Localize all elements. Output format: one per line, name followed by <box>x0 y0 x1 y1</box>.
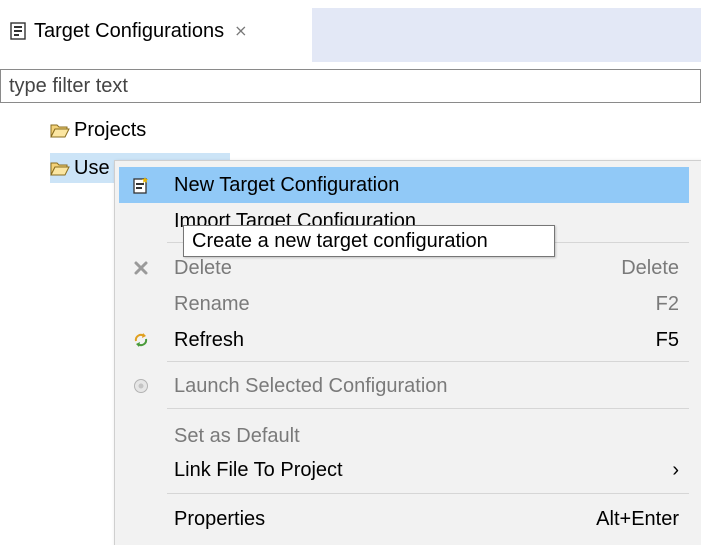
view-tab-bar: Target Configurations ⨯ <box>0 0 701 62</box>
menu-separator <box>167 408 689 409</box>
refresh-icon <box>131 330 151 350</box>
close-icon[interactable]: ⨯ <box>234 21 247 41</box>
filter-placeholder: type filter text <box>9 74 128 97</box>
menu-item-launch-selected-configuration[interactable]: Launch Selected Configuration <box>119 368 689 404</box>
menu-item-set-as-default[interactable]: Set as Default <box>119 418 689 454</box>
menu-item-rename[interactable]: Rename F2 <box>119 286 689 322</box>
folder-open-icon <box>50 160 70 176</box>
launch-icon <box>131 376 151 396</box>
delete-icon <box>131 258 151 278</box>
folder-open-icon <box>50 122 70 138</box>
menu-item-link-file-to-project[interactable]: Link File To Project › <box>119 452 689 488</box>
target-config-icon <box>10 22 26 40</box>
menu-separator <box>167 361 689 362</box>
menu-separator <box>167 493 689 494</box>
tab-target-configurations[interactable]: Target Configurations ⨯ <box>0 0 312 62</box>
tooltip: Create a new target configuration <box>183 225 555 257</box>
menu-item-refresh[interactable]: Refresh F5 <box>119 322 689 358</box>
tab-title: Target Configurations <box>34 19 225 42</box>
tooltip-text: Create a new target configuration <box>192 229 488 252</box>
filter-input[interactable]: type filter text <box>0 69 701 103</box>
tree-item-label: Projects <box>74 118 147 141</box>
tab-strip-empty <box>312 8 701 62</box>
new-target-config-icon <box>131 175 151 195</box>
tree-item-label: Use <box>74 156 110 179</box>
menu-item-new-target-configuration[interactable]: New Target Configuration <box>119 167 689 203</box>
tree-item-projects[interactable]: Projects <box>50 115 146 145</box>
context-menu: New Target Configuration Import Target C… <box>114 160 701 545</box>
chevron-right-icon: › <box>672 458 679 481</box>
menu-item-properties[interactable]: Properties Alt+Enter <box>119 501 689 537</box>
